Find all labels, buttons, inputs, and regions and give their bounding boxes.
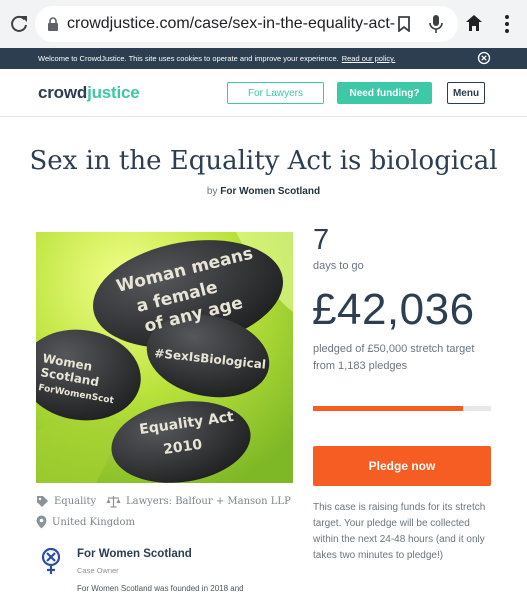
byline-prefix: by <box>206 186 218 197</box>
site-header: crowdjustice For Lawyers Need funding? M… <box>0 69 527 117</box>
tag-lawyers-label: Lawyers: Balfour + Manson LLP <box>126 496 291 507</box>
cookie-banner: Welcome to CrowdJustice. This site uses … <box>0 48 527 69</box>
logo-text-justice: justice <box>87 83 140 102</box>
progress-bar <box>313 406 491 411</box>
pledge-now-button[interactable]: Pledge now <box>313 446 491 486</box>
tag-location[interactable]: United Kingdom <box>36 515 135 529</box>
author-link[interactable]: For Women Scotland <box>220 186 320 197</box>
reload-icon[interactable] <box>9 14 29 34</box>
more-options-icon[interactable] <box>505 15 509 33</box>
owner-description: For Women Scotland was founded in 2018 a… <box>77 584 244 593</box>
owner-name[interactable]: For Women Scotland <box>77 548 192 560</box>
cookie-text: Welcome to CrowdJustice. This site uses … <box>38 54 339 63</box>
page-title: Sex in the Equality Act is biological <box>29 146 498 176</box>
case-photo: Woman means a female of any age #SexIsBi… <box>36 232 293 483</box>
tag-location-label: United Kingdom <box>52 516 135 528</box>
site-logo[interactable]: crowdjustice <box>38 83 140 103</box>
days-label: days to go <box>313 260 364 272</box>
funding-info: This case is raising funds for its stret… <box>313 502 486 561</box>
for-lawyers-button[interactable]: For Lawyers <box>227 82 324 104</box>
amount-raised: £42,036 <box>312 285 475 334</box>
close-icon[interactable] <box>477 51 491 65</box>
menu-button[interactable]: Menu <box>447 82 485 104</box>
owner-role: Case Owner <box>77 566 119 575</box>
lock-icon <box>48 17 58 31</box>
progress-fill <box>313 406 463 411</box>
location-pin-icon <box>36 515 47 529</box>
need-funding-button[interactable]: Need funding? <box>337 82 432 104</box>
case-image: Woman means a female of any age #SexIsBi… <box>36 232 293 483</box>
byline: by For Women Scotland <box>0 186 527 197</box>
url-text[interactable]: crowdjustice.com/case/sex-in-the-equalit… <box>67 15 395 33</box>
address-bar[interactable]: crowdjustice.com/case/sex-in-the-equalit… <box>35 6 458 42</box>
tag-category-label: Equality <box>54 496 97 507</box>
pledged-summary: pledged of £50,000 stretch target from 1… <box>313 343 475 372</box>
logo-text-crowd: crowd <box>38 83 88 102</box>
owner-avatar[interactable] <box>39 547 63 575</box>
bookmark-icon[interactable] <box>397 16 411 32</box>
home-icon[interactable] <box>465 14 483 32</box>
cookie-policy-link[interactable]: Read our policy. <box>342 54 396 63</box>
days-remaining: 7 <box>313 224 330 256</box>
tag-icon <box>37 496 48 507</box>
mic-icon[interactable] <box>428 14 444 34</box>
scales-icon <box>106 496 121 508</box>
tag-lawyers[interactable]: Lawyers: Balfour + Manson LLP <box>106 495 291 508</box>
browser-toolbar: crowdjustice.com/case/sex-in-the-equalit… <box>0 0 527 48</box>
tag-category[interactable]: Equality <box>36 495 96 508</box>
